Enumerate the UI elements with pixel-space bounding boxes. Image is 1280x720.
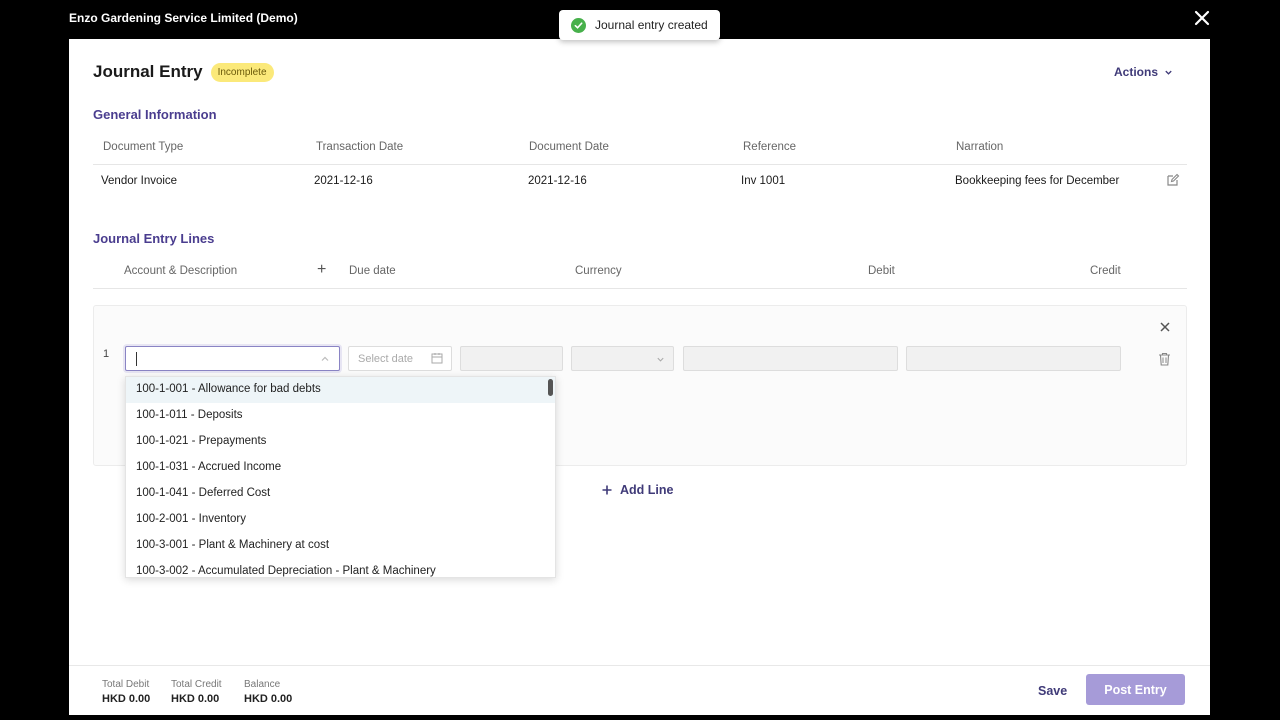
add-line-label: Add Line xyxy=(620,483,674,497)
document-type-value: Vendor Invoice xyxy=(101,175,178,187)
toast-message: Journal entry created xyxy=(595,18,708,32)
total-credit-label: Total Credit xyxy=(171,679,222,690)
account-select[interactable] xyxy=(125,346,340,371)
general-info-header: Document Type Transaction Date Document … xyxy=(93,137,1187,165)
credit-input[interactable] xyxy=(906,346,1121,371)
col-currency: Currency xyxy=(575,265,622,277)
journal-lines-title: Journal Entry Lines xyxy=(93,231,215,246)
line-number: 1 xyxy=(103,348,110,360)
debit-input[interactable] xyxy=(683,346,898,371)
col-account-description: Account & Description xyxy=(124,265,238,277)
page-title: Journal Entry xyxy=(93,62,203,81)
chevron-down-icon xyxy=(1165,70,1172,75)
total-debit: Total Debit HKD 0.00 xyxy=(102,679,150,705)
col-debit: Debit xyxy=(868,265,895,277)
document-date-value: 2021-12-16 xyxy=(528,175,587,187)
dropdown-scrollbar[interactable] xyxy=(548,379,553,396)
add-line-button[interactable]: Add Line xyxy=(602,483,673,497)
dropdown-option[interactable]: 100-1-011 - Deposits xyxy=(126,403,555,429)
chevron-down-icon xyxy=(657,357,664,362)
dropdown-option[interactable]: 100-1-041 - Deferred Cost xyxy=(126,481,555,507)
dropdown-option[interactable]: 100-3-002 - Accumulated Depreciation - P… xyxy=(126,559,555,577)
col-reference: Reference xyxy=(743,141,797,153)
actions-label: Actions xyxy=(1114,65,1159,79)
line-field-input[interactable] xyxy=(460,346,563,371)
company-name: Enzo Gardening Service Limited (Demo) xyxy=(69,11,298,25)
dropdown-option[interactable]: 100-3-001 - Plant & Machinery at cost xyxy=(126,533,555,559)
title-row: Journal Entry Incomplete xyxy=(93,62,274,82)
chevron-up-icon[interactable] xyxy=(320,354,330,364)
col-due-date: Due date xyxy=(349,265,396,277)
check-circle-icon xyxy=(571,17,586,33)
reference-value: Inv 1001 xyxy=(741,175,786,187)
col-document-date: Document Date xyxy=(529,141,609,153)
dropdown-option[interactable]: 100-1-001 - Allowance for bad debts xyxy=(126,377,555,403)
col-document-type: Document Type xyxy=(103,141,184,153)
dropdown-option[interactable]: 100-2-001 - Inventory xyxy=(126,507,555,533)
general-info-title: General Information xyxy=(93,107,217,122)
account-dropdown: 100-1-001 - Allowance for bad debts 100-… xyxy=(125,376,556,578)
narration-value: Bookkeeping fees for December xyxy=(955,175,1120,187)
trash-icon[interactable] xyxy=(1158,352,1171,366)
post-entry-button[interactable]: Post Entry xyxy=(1086,674,1185,705)
close-icon[interactable] xyxy=(1193,9,1211,27)
journal-lines-header: Account & Description + Due date Currenc… xyxy=(93,261,1187,289)
account-input[interactable] xyxy=(134,347,304,369)
dropdown-option[interactable]: 100-1-021 - Prepayments xyxy=(126,429,555,455)
currency-select[interactable] xyxy=(571,346,674,371)
toast-notification: Journal entry created xyxy=(559,10,720,40)
status-badge: Incomplete xyxy=(210,62,274,82)
total-credit-value: HKD 0.00 xyxy=(171,693,220,705)
balance-value: HKD 0.00 xyxy=(244,693,293,705)
total-debit-value: HKD 0.00 xyxy=(102,693,151,705)
total-debit-label: Total Debit xyxy=(102,679,150,690)
balance-label: Balance xyxy=(244,679,281,690)
add-column-plus-icon[interactable]: + xyxy=(317,261,326,279)
text-caret xyxy=(136,352,137,366)
save-button[interactable]: Save xyxy=(1038,684,1067,698)
actions-menu-button[interactable]: Actions xyxy=(1114,65,1173,79)
total-credit: Total Credit HKD 0.00 xyxy=(171,679,222,705)
edit-icon[interactable] xyxy=(1166,173,1180,187)
close-icon[interactable] xyxy=(1159,321,1171,333)
col-narration: Narration xyxy=(956,141,1004,153)
due-date-placeholder: Select date xyxy=(358,353,414,365)
col-transaction-date: Transaction Date xyxy=(316,141,404,153)
due-date-picker[interactable]: Select date xyxy=(348,346,452,371)
dropdown-option[interactable]: 100-1-031 - Accrued Income xyxy=(126,455,555,481)
footer-bar: Total Debit HKD 0.00 Total Credit HKD 0.… xyxy=(69,665,1210,715)
col-credit: Credit xyxy=(1090,265,1121,277)
balance: Balance HKD 0.00 xyxy=(244,679,292,705)
plus-icon xyxy=(602,485,612,495)
transaction-date-value: 2021-12-16 xyxy=(314,175,373,187)
calendar-icon xyxy=(431,353,443,364)
